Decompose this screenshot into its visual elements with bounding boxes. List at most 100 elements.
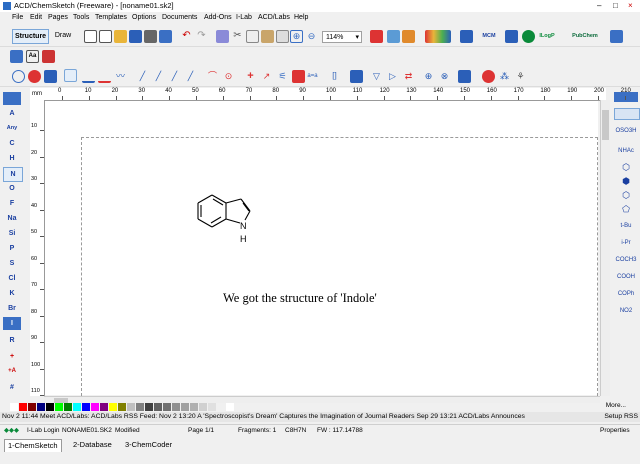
draw-bond-icon[interactable] <box>82 70 95 83</box>
menu-acd-labs[interactable]: ACD/Labs <box>258 14 290 21</box>
color-swatch[interactable] <box>172 403 180 411</box>
element-f[interactable]: F <box>3 197 21 210</box>
color-swatch[interactable] <box>82 403 90 411</box>
3d-viewer-icon[interactable] <box>10 50 23 63</box>
radical-oso3h[interactable]: OSO3H <box>614 128 638 134</box>
color-swatch[interactable] <box>217 403 225 411</box>
new-page-icon[interactable] <box>99 30 112 43</box>
element-a[interactable]: A <box>3 107 21 120</box>
ilogp-icon[interactable] <box>522 30 535 43</box>
color-swatch[interactable] <box>181 403 189 411</box>
delete-tool-icon[interactable] <box>292 70 305 83</box>
cyclopentane-icon[interactable]: ⬡ <box>614 190 638 201</box>
name-icon[interactable]: Aa <box>26 50 39 63</box>
lasso-select-icon[interactable] <box>64 69 77 82</box>
atom-number-button[interactable]: # <box>3 381 21 394</box>
save-icon[interactable] <box>129 30 142 43</box>
template-icon[interactable] <box>402 30 415 43</box>
zigzag-chain-icon[interactable]: 〰 <box>114 70 127 83</box>
cyclobutane-icon[interactable]: ⬢ <box>614 176 638 187</box>
bold-bond-icon[interactable]: ╱ <box>168 70 181 83</box>
color-swatch[interactable] <box>28 403 36 411</box>
tab-chemcoder[interactable]: 3-ChemCoder <box>122 439 175 451</box>
select-tool-icon[interactable] <box>12 70 25 83</box>
radical-nhac[interactable]: NHAc <box>614 148 638 154</box>
lasso-tool-icon[interactable] <box>44 70 57 83</box>
menu-add-ons[interactable]: Add-Ons <box>204 14 232 21</box>
tab-chemsketch[interactable]: 1-ChemSketch <box>4 439 62 452</box>
menu-options[interactable]: Options <box>132 14 156 21</box>
arrow-tool-icon[interactable]: ↗ <box>260 70 273 83</box>
toolbar-options-icon[interactable] <box>610 30 623 43</box>
rotate-tool-icon[interactable] <box>28 70 41 83</box>
paste-icon[interactable] <box>261 30 274 43</box>
color-swatch[interactable] <box>19 403 27 411</box>
maximize-button[interactable]: □ <box>613 1 618 10</box>
color-swatch[interactable] <box>154 403 162 411</box>
color-swatch[interactable] <box>136 403 144 411</box>
align-center-icon[interactable]: ⊕ <box>422 70 435 83</box>
menu-help[interactable]: Help <box>294 14 308 21</box>
color-swatch[interactable] <box>127 403 135 411</box>
element-n[interactable]: N <box>3 167 23 182</box>
delete-icon[interactable] <box>276 30 289 43</box>
properties-button[interactable]: Properties <box>600 425 630 436</box>
menu-templates[interactable]: Templates <box>95 14 127 21</box>
more-link[interactable]: More... <box>606 402 626 409</box>
menu-file[interactable]: File <box>12 14 23 21</box>
vertical-scroll-thumb[interactable] <box>602 110 609 140</box>
zoom-in-icon[interactable]: ⊕ <box>290 30 303 43</box>
database-icon[interactable] <box>505 30 518 43</box>
element-na[interactable]: Na <box>3 212 21 225</box>
element-c[interactable]: C <box>3 137 21 150</box>
pubchem-button[interactable]: PubChem <box>566 29 604 44</box>
element-i[interactable]: I <box>3 317 21 330</box>
open-folder-icon[interactable] <box>114 30 127 43</box>
radical-cooh[interactable]: COOH <box>614 274 638 280</box>
draw-chain-icon[interactable] <box>98 70 111 83</box>
color-swatch[interactable] <box>199 403 207 411</box>
help-icon[interactable] <box>370 30 383 43</box>
setup-rss-button[interactable]: Setup RSS <box>601 412 638 422</box>
color-table-icon[interactable] <box>425 30 451 43</box>
element-br[interactable]: Br <box>3 302 21 315</box>
menu-tools[interactable]: Tools <box>73 14 89 21</box>
template-window-icon[interactable] <box>614 108 640 120</box>
color-swatch[interactable] <box>109 403 117 411</box>
molecular-properties-icon[interactable]: ⁂ <box>498 70 511 83</box>
zoom-out-icon[interactable]: ⊖ <box>305 30 318 43</box>
menu-pages[interactable]: Pages <box>48 14 68 21</box>
radical-coph[interactable]: COPh <box>614 291 638 297</box>
print-preview-icon[interactable] <box>159 30 172 43</box>
vertical-scrollbar[interactable] <box>600 100 610 396</box>
radical-no2[interactable]: NO2 <box>614 308 638 314</box>
reaction-center-icon[interactable]: ⊙ <box>222 70 235 83</box>
flip-vertical-icon[interactable]: ▽ <box>370 70 383 83</box>
element-any[interactable]: Any <box>3 122 21 135</box>
close-button[interactable]: × <box>628 1 633 10</box>
color-swatch[interactable] <box>55 403 63 411</box>
color-swatch[interactable] <box>226 403 234 411</box>
undo-icon[interactable]: ↶ <box>180 30 193 43</box>
chemsketch-options-icon[interactable] <box>42 50 55 63</box>
color-swatch[interactable] <box>46 403 54 411</box>
element-k[interactable]: K <box>3 287 21 300</box>
atom-charge-button[interactable]: +A <box>3 365 21 378</box>
color-swatch[interactable] <box>64 403 72 411</box>
color-swatch[interactable] <box>190 403 198 411</box>
cyclohexane-icon[interactable]: ⬠ <box>614 204 638 215</box>
drawing-canvas[interactable] <box>45 101 598 396</box>
element-r[interactable]: R <box>3 334 21 347</box>
redo-icon[interactable]: ↷ <box>195 30 208 43</box>
element-si[interactable]: Si <box>3 227 21 240</box>
clean-icon[interactable] <box>216 30 229 43</box>
element-cl[interactable]: Cl <box>3 272 21 285</box>
add-charge-button[interactable]: + <box>3 350 21 363</box>
align-icon[interactable]: ⊗ <box>438 70 451 83</box>
menu-i-lab[interactable]: I-Lab <box>236 14 252 21</box>
color-swatch[interactable] <box>145 403 153 411</box>
indole-structure[interactable]: N H <box>190 190 280 250</box>
element-h[interactable]: H <box>3 152 21 165</box>
element-p[interactable]: P <box>3 242 21 255</box>
menu-edit[interactable]: Edit <box>30 14 42 21</box>
